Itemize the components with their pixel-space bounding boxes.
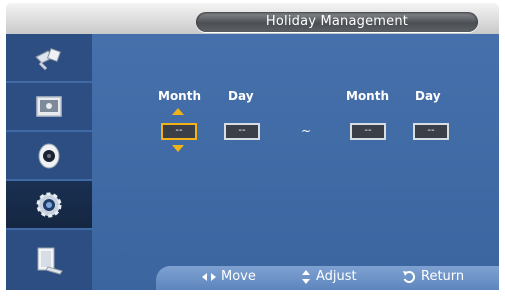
sidebar-menu <box>6 34 92 290</box>
range-separator: ~ <box>301 124 312 138</box>
adjust-hint: Adjust <box>301 269 357 284</box>
start-month-label: Month <box>158 89 202 103</box>
picture-icon <box>36 95 62 117</box>
start-day-label: Day <box>228 89 254 103</box>
menu-title: Holiday Management <box>196 12 478 32</box>
adjust-hint-label: Adjust <box>316 269 357 284</box>
up-down-arrows-icon <box>302 269 310 284</box>
sidebar-item-picture[interactable] <box>6 83 92 132</box>
end-day-field[interactable]: -- <box>413 123 449 140</box>
setup-icon <box>36 192 62 217</box>
sidebar-item-sound[interactable] <box>6 132 92 181</box>
sidebar-item-setup[interactable] <box>6 181 92 230</box>
holiday-settings-panel: Month Day -- -- ~ Month Day -- -- <box>92 34 499 290</box>
end-day-label: Day <box>415 89 441 103</box>
title-bar: Holiday Management <box>6 3 499 34</box>
start-month-field[interactable]: -- <box>161 123 197 140</box>
return-hint: Return <box>402 269 464 284</box>
sound-icon <box>38 143 60 168</box>
move-hint-label: Move <box>221 269 256 284</box>
return-hint-label: Return <box>421 269 465 284</box>
left-right-arrows-icon <box>202 272 216 281</box>
move-hint: Move <box>202 269 256 284</box>
increase-arrow-icon[interactable] <box>172 108 184 115</box>
osd-window: Month Day -- -- ~ Month Day -- -- Move A… <box>6 34 499 290</box>
end-month-field[interactable]: -- <box>350 123 386 140</box>
multi-control-icon <box>37 247 63 275</box>
navigation-hints: Move Adjust Return <box>156 266 499 290</box>
return-icon <box>403 270 416 283</box>
sidebar-item-multi-control[interactable] <box>6 230 92 290</box>
input-icon <box>35 47 62 70</box>
end-month-label: Month <box>346 89 390 103</box>
sidebar-item-input[interactable] <box>6 34 92 83</box>
start-day-field[interactable]: -- <box>224 123 260 140</box>
decrease-arrow-icon[interactable] <box>172 145 184 152</box>
